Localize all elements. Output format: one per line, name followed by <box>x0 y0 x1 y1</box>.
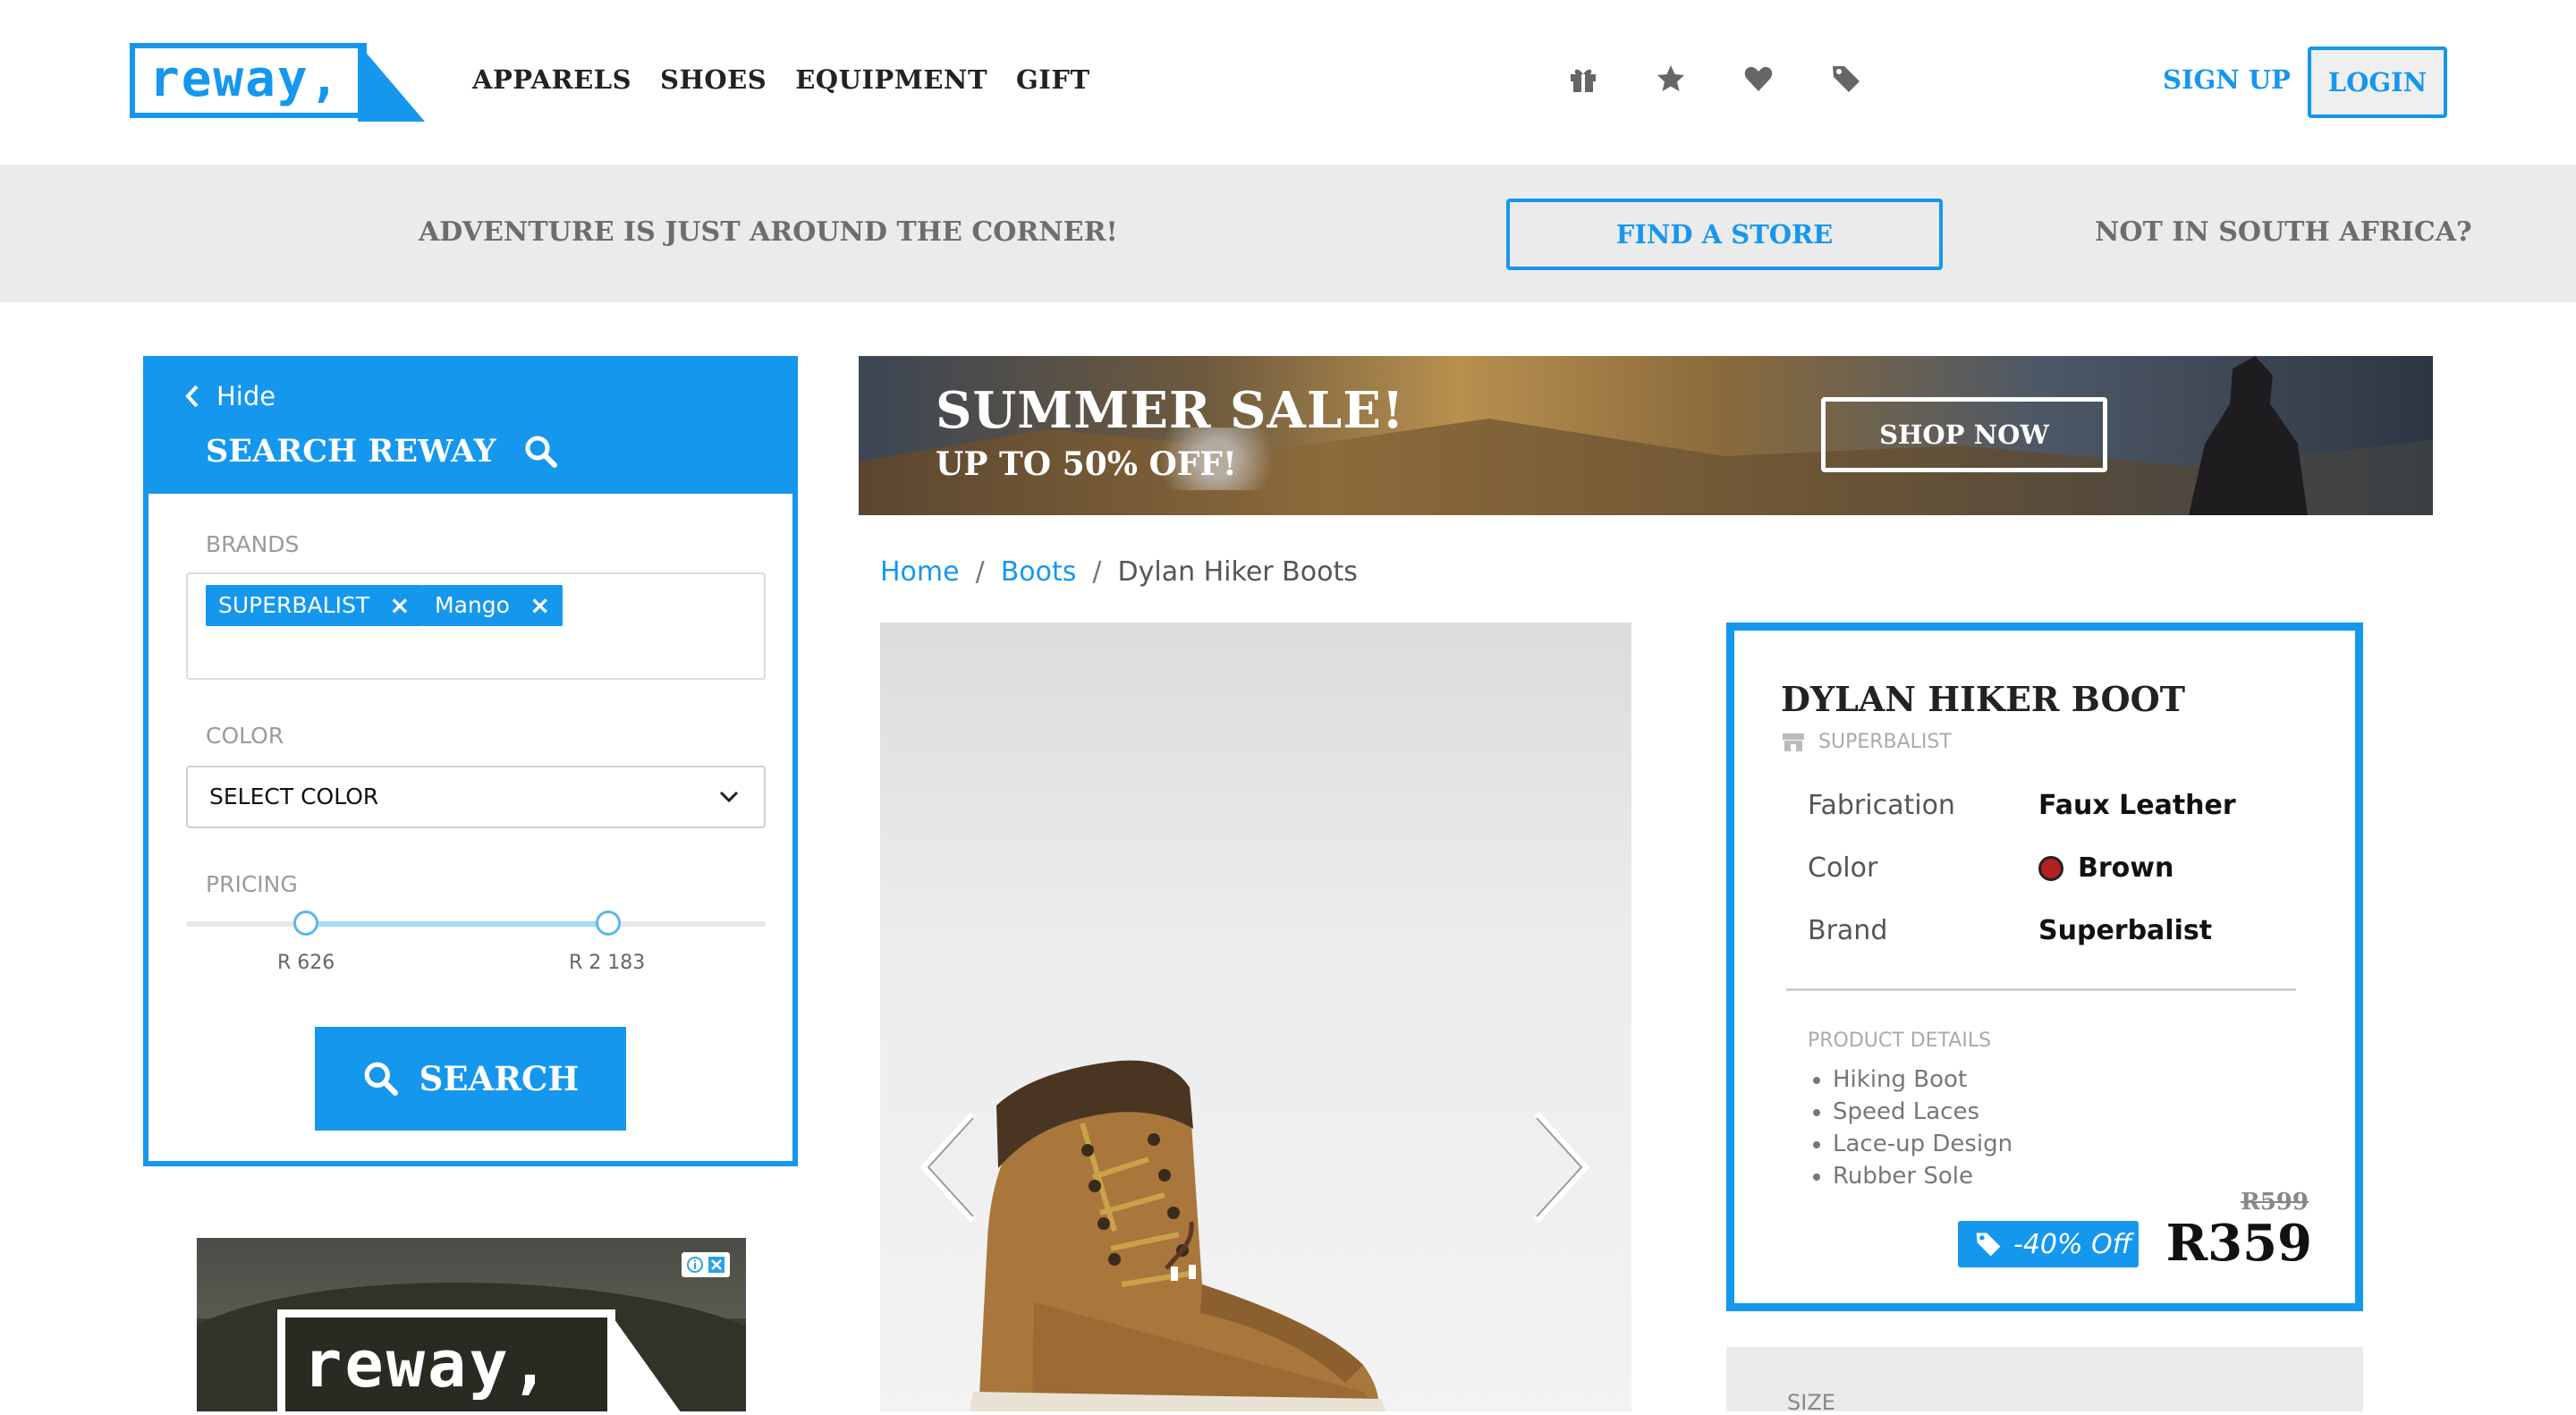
product-brand-label: SUPERBALIST <box>1818 731 1952 753</box>
logo[interactable]: reway, <box>130 43 425 122</box>
price-slider[interactable] <box>186 911 766 936</box>
search-icon <box>525 436 557 468</box>
store-icon <box>1783 733 1804 751</box>
original-price: R599 <box>2241 1189 2309 1216</box>
color-label: COLOR <box>206 723 284 749</box>
promo-strip: ADVENTURE IS JUST AROUND THE CORNER! FIN… <box>0 165 2576 302</box>
star-icon[interactable] <box>1655 63 1687 95</box>
list-item: Speed Laces <box>1833 1096 2012 1128</box>
product-title: DYLAN HIKER BOOT <box>1781 679 2186 719</box>
divider <box>1786 988 2296 991</box>
spec-label-fabrication: Fabrication <box>1808 790 1955 821</box>
search-sidebar: Hide SEARCH REWAY BRANDS SUPERBALIST × M… <box>143 356 798 1166</box>
spec-value-fabrication: Faux Leather <box>2038 790 2236 821</box>
list-item: Lace-up Design <box>1833 1128 2012 1160</box>
shop-now-button[interactable]: SHOP NOW <box>1821 397 2107 472</box>
price-max-handle[interactable] <box>596 911 621 936</box>
advertisement[interactable]: reway, <box>197 1238 746 1411</box>
product-image <box>970 1060 1386 1411</box>
breadcrumb-current: Dylan Hiker Boots <box>1117 556 1358 588</box>
breadcrumb-boots[interactable]: Boots <box>1001 556 1077 588</box>
product-info-card: DYLAN HIKER BOOT SUPERBALIST Fabrication… <box>1726 623 2363 1311</box>
heart-icon[interactable] <box>1742 63 1775 95</box>
breadcrumb-home[interactable]: Home <box>880 556 960 588</box>
product-brand: SUPERBALIST <box>1781 731 1952 753</box>
banner-headline: SUMMER SALE! <box>936 381 1405 440</box>
price-range-fill <box>306 921 608 927</box>
carousel-next-arrow[interactable] <box>1530 1109 1592 1225</box>
spec-value-color-text: Brown <box>2078 852 2174 884</box>
product-details-list: Hiking Boot Speed Laces Lace-up Design R… <box>1833 1063 2012 1192</box>
chevron-down-icon <box>719 791 739 803</box>
discount-badge: -40% Off <box>1958 1221 2139 1267</box>
banner-hiker <box>2189 356 2308 515</box>
hide-sidebar-button[interactable]: Hide <box>184 381 275 411</box>
list-item: Rubber Sole <box>1833 1160 2012 1192</box>
carousel-prev-arrow[interactable] <box>918 1109 980 1225</box>
nav-equipment[interactable]: EQUIPMENT <box>795 64 987 95</box>
sidebar-title-text: SEARCH REWAY <box>206 433 496 470</box>
search-icon <box>364 1062 398 1096</box>
price-min-handle[interactable] <box>293 911 318 936</box>
ad-logo: reway, <box>277 1309 697 1411</box>
banner-subline: UP TO 50% OFF! <box>936 445 1237 483</box>
tag-icon[interactable] <box>1830 63 1862 95</box>
spec-value-brand: Superbalist <box>2038 915 2213 946</box>
nav-gift[interactable]: GIFT <box>1016 64 1090 95</box>
spec-label-color: Color <box>1808 852 1878 884</box>
brand-tag: Mango × <box>422 585 564 626</box>
login-button[interactable]: LOGIN <box>2308 47 2447 118</box>
gift-icon[interactable] <box>1567 63 1599 95</box>
pricing-label: PRICING <box>206 871 298 897</box>
ad-choices-badge[interactable] <box>682 1252 730 1277</box>
color-select-value: SELECT COLOR <box>209 784 379 809</box>
header-icons <box>1567 63 1862 95</box>
info-icon <box>687 1257 703 1273</box>
breadcrumb: Home / Boots / Dylan Hiker Boots <box>880 556 1358 588</box>
brands-label: BRANDS <box>206 531 300 557</box>
product-details-label: PRODUCT DETAILS <box>1808 1029 1992 1052</box>
site-header: reway, APPARELS SHOES EQUIPMENT GIFT SIG… <box>0 0 2576 165</box>
brand-tag: SUPERBALIST × <box>206 585 423 626</box>
product-image-carousel[interactable] <box>880 623 1631 1411</box>
list-item: Hiking Boot <box>1833 1063 2012 1096</box>
promo-banner[interactable]: SUMMER SALE! UP TO 50% OFF! SHOP NOW <box>859 356 2433 515</box>
color-swatch <box>2038 855 2063 881</box>
color-select[interactable]: SELECT COLOR <box>186 766 766 828</box>
sidebar-header: Hide SEARCH REWAY <box>148 361 792 494</box>
main-nav: APPARELS SHOES EQUIPMENT GIFT <box>472 64 1090 95</box>
ad-logo-flag <box>607 1309 697 1411</box>
promo-tagline: ADVENTURE IS JUST AROUND THE CORNER! <box>419 216 1118 248</box>
breadcrumb-separator: / <box>975 556 985 588</box>
brand-tag-label: SUPERBALIST <box>218 592 370 618</box>
sidebar-title: SEARCH REWAY <box>206 433 559 470</box>
nav-apparels[interactable]: APPARELS <box>472 64 631 95</box>
remove-tag-icon[interactable]: × <box>530 585 550 626</box>
search-button[interactable]: SEARCH <box>315 1027 626 1131</box>
sale-price: R359 <box>2165 1214 2312 1273</box>
hide-label: Hide <box>216 381 276 411</box>
tag-icon <box>1976 1233 2001 1257</box>
price-min-label: R 626 <box>277 952 335 974</box>
ad-logo-text: reway, <box>277 1309 615 1411</box>
close-icon <box>708 1257 724 1273</box>
remove-tag-icon[interactable]: × <box>389 585 410 626</box>
brand-tag-label: Mango <box>435 592 510 618</box>
find-store-button[interactable]: FIND A STORE <box>1506 199 1943 270</box>
size-selector[interactable]: SIZE <box>1726 1347 2363 1415</box>
logo-text: reway, <box>130 43 367 118</box>
nav-shoes[interactable]: SHOES <box>660 64 767 95</box>
region-link[interactable]: NOT IN SOUTH AFRICA? <box>2095 216 2472 248</box>
breadcrumb-separator: / <box>1092 556 1102 588</box>
discount-label: -40% Off <box>2013 1228 2132 1260</box>
chevron-left-icon <box>185 385 199 408</box>
spec-value-color: Brown <box>2038 852 2174 884</box>
logo-flag <box>358 43 425 122</box>
spec-label-brand: Brand <box>1808 915 1888 946</box>
brands-input[interactable]: SUPERBALIST × Mango × <box>186 572 766 680</box>
search-button-label: SEARCH <box>419 1059 580 1098</box>
price-max-label: R 2 183 <box>569 952 646 974</box>
signup-link[interactable]: SIGN UP <box>2163 64 2291 95</box>
